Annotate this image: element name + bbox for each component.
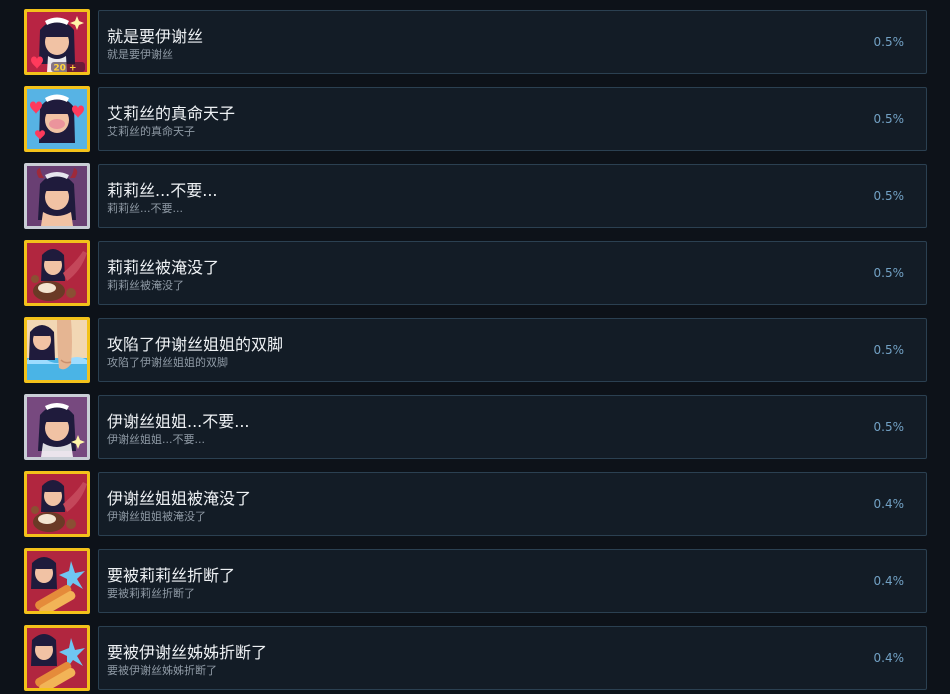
achievement-card[interactable]: 伊谢丝姐姐...不要... 伊谢丝姐姐...不要... 0.5%	[98, 395, 927, 459]
achievement-row: 要被伊谢丝姊姊折断了 要被伊谢丝姊姊折断了 0.4%	[0, 625, 950, 691]
achievement-card[interactable]: 就是要伊谢丝 就是要伊谢丝 0.5%	[98, 10, 927, 74]
achievement-unlock-percent: 0.5%	[873, 266, 905, 280]
achievement-title: 莉莉丝被淹没了	[107, 258, 220, 277]
achievement-row: 艾莉丝的真命天子 艾莉丝的真命天子 0.5%	[0, 86, 950, 152]
achievement-row: 伊谢丝姐姐...不要... 伊谢丝姐姐...不要... 0.5%	[0, 394, 950, 460]
achievement-title: 艾莉丝的真命天子	[107, 104, 236, 123]
achievement-card[interactable]: 要被伊谢丝姊姊折断了 要被伊谢丝姊姊折断了 0.4%	[98, 626, 927, 690]
achievement-description: 伊谢丝姐姐...不要...	[107, 433, 205, 446]
achievement-card[interactable]: 艾莉丝的真命天子 艾莉丝的真命天子 0.5%	[98, 87, 927, 151]
achievement-unlock-percent: 0.5%	[873, 189, 905, 203]
achievement-description: 莉莉丝被淹没了	[107, 279, 184, 292]
achievement-card[interactable]: 莉莉丝被淹没了 莉莉丝被淹没了 0.5%	[98, 241, 927, 305]
achievement-description: 就是要伊谢丝	[107, 48, 173, 61]
achievement-row: 20 + 就是要伊谢丝 就是要伊谢丝 0.5%	[0, 9, 950, 75]
girl-chocolate-tentacle-icon	[24, 471, 90, 537]
achievement-title: 要被莉莉丝折断了	[107, 566, 236, 585]
achievement-title: 莉莉丝...不要...	[107, 181, 218, 200]
girl-feet-water-icon	[24, 317, 90, 383]
maid-girl-hearts-20-icon: 20 +	[24, 9, 90, 75]
achievement-card[interactable]: 要被莉莉丝折断了 要被莉莉丝折断了 0.4%	[98, 549, 927, 613]
achievement-row: 莉莉丝...不要... 莉莉丝...不要... 0.5%	[0, 163, 950, 229]
achievement-title: 伊谢丝姐姐被淹没了	[107, 489, 252, 508]
achievement-card[interactable]: 伊谢丝姐姐被淹没了 伊谢丝姐姐被淹没了 0.4%	[98, 472, 927, 536]
achievement-title: 攻陷了伊谢丝姐姐的双脚	[107, 335, 284, 354]
maid-girl-blush-hearts-icon	[24, 86, 90, 152]
achievement-card[interactable]: 攻陷了伊谢丝姐姐的双脚 攻陷了伊谢丝姐姐的双脚 0.5%	[98, 318, 927, 382]
achievement-description: 要被伊谢丝姊姊折断了	[107, 664, 217, 677]
maid-girl-sparkle-icon	[24, 394, 90, 460]
achievement-description: 艾莉丝的真命天子	[107, 125, 195, 138]
achievement-unlock-percent: 0.5%	[873, 420, 905, 434]
devil-horn-girl-icon	[24, 163, 90, 229]
achievement-unlock-percent: 0.5%	[873, 35, 905, 49]
achievement-row: 攻陷了伊谢丝姐姐的双脚 攻陷了伊谢丝姐姐的双脚 0.5%	[0, 317, 950, 383]
girl-snapped-stick-icon	[24, 548, 90, 614]
achievement-title: 要被伊谢丝姊姊折断了	[107, 643, 268, 662]
achievement-list: 20 + 就是要伊谢丝 就是要伊谢丝 0.5% 艾莉丝的真命天子 艾莉丝的真命天…	[0, 0, 950, 694]
girl-snapped-stick-icon	[24, 625, 90, 691]
achievement-description: 攻陷了伊谢丝姐姐的双脚	[107, 356, 228, 369]
achievement-title: 就是要伊谢丝	[107, 27, 204, 46]
girl-chocolate-tentacle-icon	[24, 240, 90, 306]
achievement-row: 莉莉丝被淹没了 莉莉丝被淹没了 0.5%	[0, 240, 950, 306]
achievement-description: 莉莉丝...不要...	[107, 202, 183, 215]
achievement-row: 要被莉莉丝折断了 要被莉莉丝折断了 0.4%	[0, 548, 950, 614]
svg-text:20 +: 20 +	[53, 64, 76, 73]
achievement-unlock-percent: 0.5%	[873, 343, 905, 357]
achievement-description: 伊谢丝姐姐被淹没了	[107, 510, 206, 523]
achievement-card[interactable]: 莉莉丝...不要... 莉莉丝...不要... 0.5%	[98, 164, 927, 228]
achievement-unlock-percent: 0.4%	[873, 574, 905, 588]
achievement-unlock-percent: 0.4%	[873, 651, 905, 665]
achievement-title: 伊谢丝姐姐...不要...	[107, 412, 250, 431]
achievement-unlock-percent: 0.5%	[873, 112, 905, 126]
achievement-description: 要被莉莉丝折断了	[107, 587, 195, 600]
achievement-unlock-percent: 0.4%	[873, 497, 905, 511]
achievement-row: 伊谢丝姐姐被淹没了 伊谢丝姐姐被淹没了 0.4%	[0, 471, 950, 537]
